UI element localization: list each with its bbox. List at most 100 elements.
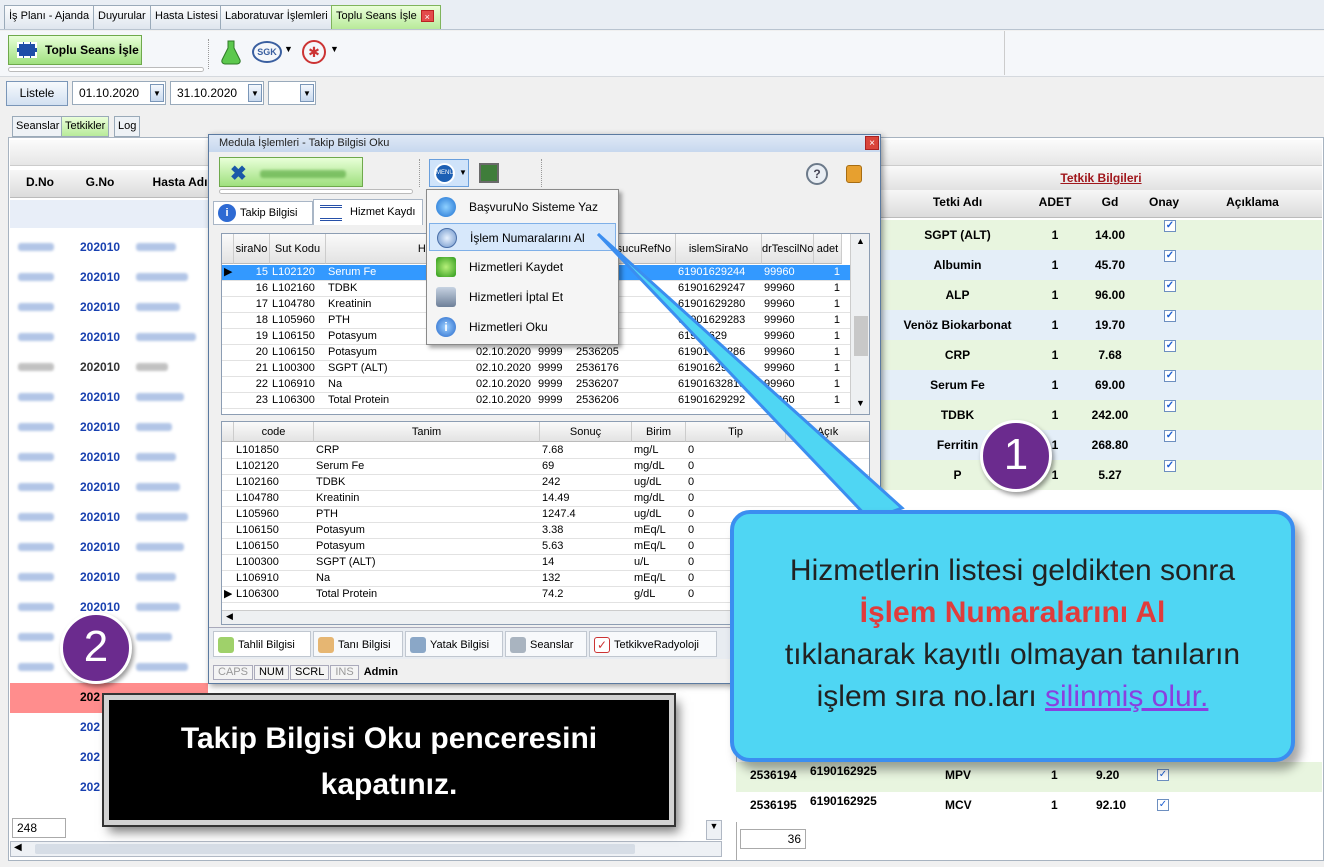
exit-icon[interactable] bbox=[479, 163, 499, 183]
bed-icon bbox=[410, 637, 426, 653]
blurred-label bbox=[260, 170, 346, 178]
tetkik-row[interactable]: ALP 1 96.00 ✓ bbox=[880, 280, 1322, 310]
tetkik-row[interactable]: TDBK 1 242.00 ✓ bbox=[880, 400, 1322, 430]
right-bottom-row[interactable]: 2536195 6190162925 MCV 1 92.10 ✓ bbox=[736, 792, 1322, 822]
onay-checkbox[interactable]: ✓ bbox=[1164, 430, 1176, 442]
tab-hasta-listesi[interactable]: Hasta Listesi bbox=[150, 5, 223, 29]
tab-seanslar[interactable]: Seanslar bbox=[505, 631, 587, 657]
tab-toplu-seans[interactable]: Toplu Seans İşle × bbox=[331, 5, 441, 29]
tetkik-gd: 92.10 bbox=[1096, 798, 1127, 812]
col-tanim[interactable]: Tanim bbox=[314, 422, 540, 442]
patient-row[interactable]: 202010 bbox=[10, 442, 210, 472]
tab-duyurular[interactable]: Duyurular bbox=[93, 5, 151, 29]
horizontal-scrollbar[interactable]: ◀ bbox=[10, 841, 722, 857]
instruction-line2: kapatınız. bbox=[320, 768, 458, 801]
col-onay[interactable]: Onay bbox=[1145, 190, 1183, 218]
scroll-left-icon[interactable]: ◀ bbox=[226, 611, 233, 622]
blurred-patient-name bbox=[136, 603, 180, 611]
tetkik-row[interactable]: CRP 1 7.68 ✓ bbox=[880, 340, 1322, 370]
tab-takip-bilgisi[interactable]: i Takip Bilgisi bbox=[213, 201, 313, 225]
tetkik-row[interactable]: Ferritin 1 268.80 ✓ bbox=[880, 430, 1322, 460]
tab-tetkikler[interactable]: Tetkikler bbox=[61, 116, 110, 137]
tab-tahlil-bilgisi[interactable]: Tahlil Bilgisi bbox=[213, 631, 311, 657]
tab-log[interactable]: Log bbox=[114, 116, 141, 137]
cell-code: L106150 bbox=[236, 540, 279, 552]
scroll-left-icon[interactable]: ◀ bbox=[14, 842, 22, 853]
tab-laboratuvar[interactable]: Laboratuvar İşlemleri bbox=[220, 5, 333, 29]
patient-row[interactable]: 202010 bbox=[10, 472, 210, 502]
tetkik-row[interactable]: P 1 5.27 ✓ bbox=[880, 460, 1322, 490]
onay-checkbox[interactable]: ✓ bbox=[1157, 799, 1169, 811]
close-icon[interactable]: × bbox=[420, 10, 434, 23]
chevron-down-icon[interactable]: ▼ bbox=[150, 84, 164, 102]
tab-is-plani[interactable]: İş Planı - Ajanda bbox=[4, 5, 95, 29]
tab-tani-bilgisi[interactable]: Tanı Bilgisi bbox=[313, 631, 403, 657]
menu-item-basvuruno[interactable]: BaşvuruNo Sisteme Yaz bbox=[429, 193, 616, 221]
col-gno[interactable]: G.No bbox=[70, 170, 130, 198]
onay-checkbox[interactable]: ✓ bbox=[1164, 310, 1176, 322]
toplu-seans-isle-button[interactable]: Toplu Seans İşle bbox=[8, 35, 142, 65]
chevron-down-icon[interactable]: ▼ bbox=[330, 44, 339, 54]
col-sut-kodu[interactable]: Sut Kodu bbox=[270, 234, 326, 264]
onay-checkbox[interactable]: ✓ bbox=[1164, 370, 1176, 382]
chevron-down-icon[interactable]: ▼ bbox=[284, 44, 293, 54]
close-icon[interactable]: × bbox=[865, 136, 879, 150]
onay-checkbox[interactable]: ✓ bbox=[1164, 250, 1176, 262]
tetkik-row[interactable]: SGPT (ALT) 1 14.00 ✓ bbox=[880, 220, 1322, 250]
onay-checkbox[interactable]: ✓ bbox=[1164, 400, 1176, 412]
extra-select[interactable]: ▼ bbox=[268, 81, 316, 105]
right-bottom-row[interactable]: 2536194 6190162925 MPV 1 9.20 ✓ bbox=[736, 762, 1322, 792]
patient-row[interactable]: 202010 bbox=[10, 412, 210, 442]
tetkik-row[interactable]: Albumin 1 45.70 ✓ bbox=[880, 250, 1322, 280]
cell-birim: g/dL bbox=[634, 588, 656, 600]
col-code[interactable]: code bbox=[234, 422, 314, 442]
blurred-dno bbox=[18, 243, 54, 251]
date-from-field[interactable]: 01.10.2020 ▼ bbox=[72, 81, 166, 105]
sgk-icon[interactable]: SGK bbox=[252, 41, 282, 63]
listele-button[interactable]: Listele bbox=[6, 81, 68, 106]
flask-icon[interactable] bbox=[220, 39, 242, 65]
step-2-badge: 2 bbox=[60, 612, 132, 684]
onay-checkbox[interactable]: ✓ bbox=[1164, 280, 1176, 292]
patient-row[interactable]: 202010 bbox=[10, 262, 210, 292]
patient-row[interactable]: 202010 bbox=[10, 382, 210, 412]
cell-tanim: Kreatinin bbox=[316, 492, 360, 504]
col-aciklama[interactable]: Açıklama bbox=[1183, 190, 1322, 218]
col-gd[interactable]: Gd bbox=[1075, 190, 1145, 218]
health-ministry-icon[interactable]: ✱ bbox=[302, 40, 326, 64]
cell-code: L105960 bbox=[236, 508, 279, 520]
help-icon[interactable]: ? bbox=[806, 163, 828, 185]
tab-yatak-bilgisi[interactable]: Yatak Bilgisi bbox=[405, 631, 503, 657]
patient-row[interactable]: 202010 bbox=[10, 502, 210, 532]
patient-row[interactable]: 202010 bbox=[10, 562, 210, 592]
patient-row[interactable]: 202010 bbox=[10, 322, 210, 352]
onay-checkbox[interactable]: ✓ bbox=[1157, 769, 1169, 781]
tab-hizmet-kaydi[interactable]: Hizmet Kaydı bbox=[313, 199, 423, 225]
cell-sut: L100300 bbox=[272, 362, 315, 374]
patient-row[interactable]: 202010 bbox=[10, 352, 210, 382]
onay-checkbox[interactable]: ✓ bbox=[1164, 460, 1176, 472]
tab-seanslar[interactable]: Seanslar bbox=[12, 116, 64, 137]
lock-icon[interactable] bbox=[846, 165, 862, 183]
col-dno[interactable]: D.No bbox=[10, 170, 70, 198]
status-scrl: SCRL bbox=[290, 665, 330, 680]
cell-sut: L102160 bbox=[272, 282, 315, 294]
col-sirano[interactable]: siraNo bbox=[234, 234, 270, 264]
patient-row[interactable]: 202010 bbox=[10, 292, 210, 322]
chevron-down-icon[interactable]: ▼ bbox=[300, 84, 314, 102]
date-to-field[interactable]: 31.10.2020 ▼ bbox=[170, 81, 264, 105]
chevron-down-icon[interactable]: ▼ bbox=[248, 84, 262, 102]
patient-row[interactable]: 202010 bbox=[10, 232, 210, 262]
col-adet[interactable]: ADET bbox=[1035, 190, 1075, 218]
tetkik-row[interactable]: Serum Fe 1 69.00 ✓ bbox=[880, 370, 1322, 400]
scroll-thumb[interactable] bbox=[35, 844, 635, 854]
col-tetki-adi[interactable]: Tetki Adı bbox=[880, 190, 1035, 218]
tetkik-row[interactable]: Venöz Biokarbonat 1 19.70 ✓ bbox=[880, 310, 1322, 340]
patient-row[interactable]: 202010 bbox=[10, 532, 210, 562]
menu-button[interactable]: MENU ▼ bbox=[429, 159, 469, 187]
dialog-green-button[interactable]: ✖ bbox=[219, 157, 363, 187]
onay-checkbox[interactable]: ✓ bbox=[1164, 340, 1176, 352]
onay-checkbox[interactable]: ✓ bbox=[1164, 220, 1176, 232]
scroll-down-icon[interactable]: ▼ bbox=[706, 820, 722, 840]
tab-tetkik-radyoloji[interactable]: ✓ TetkikveRadyoloji bbox=[589, 631, 717, 657]
